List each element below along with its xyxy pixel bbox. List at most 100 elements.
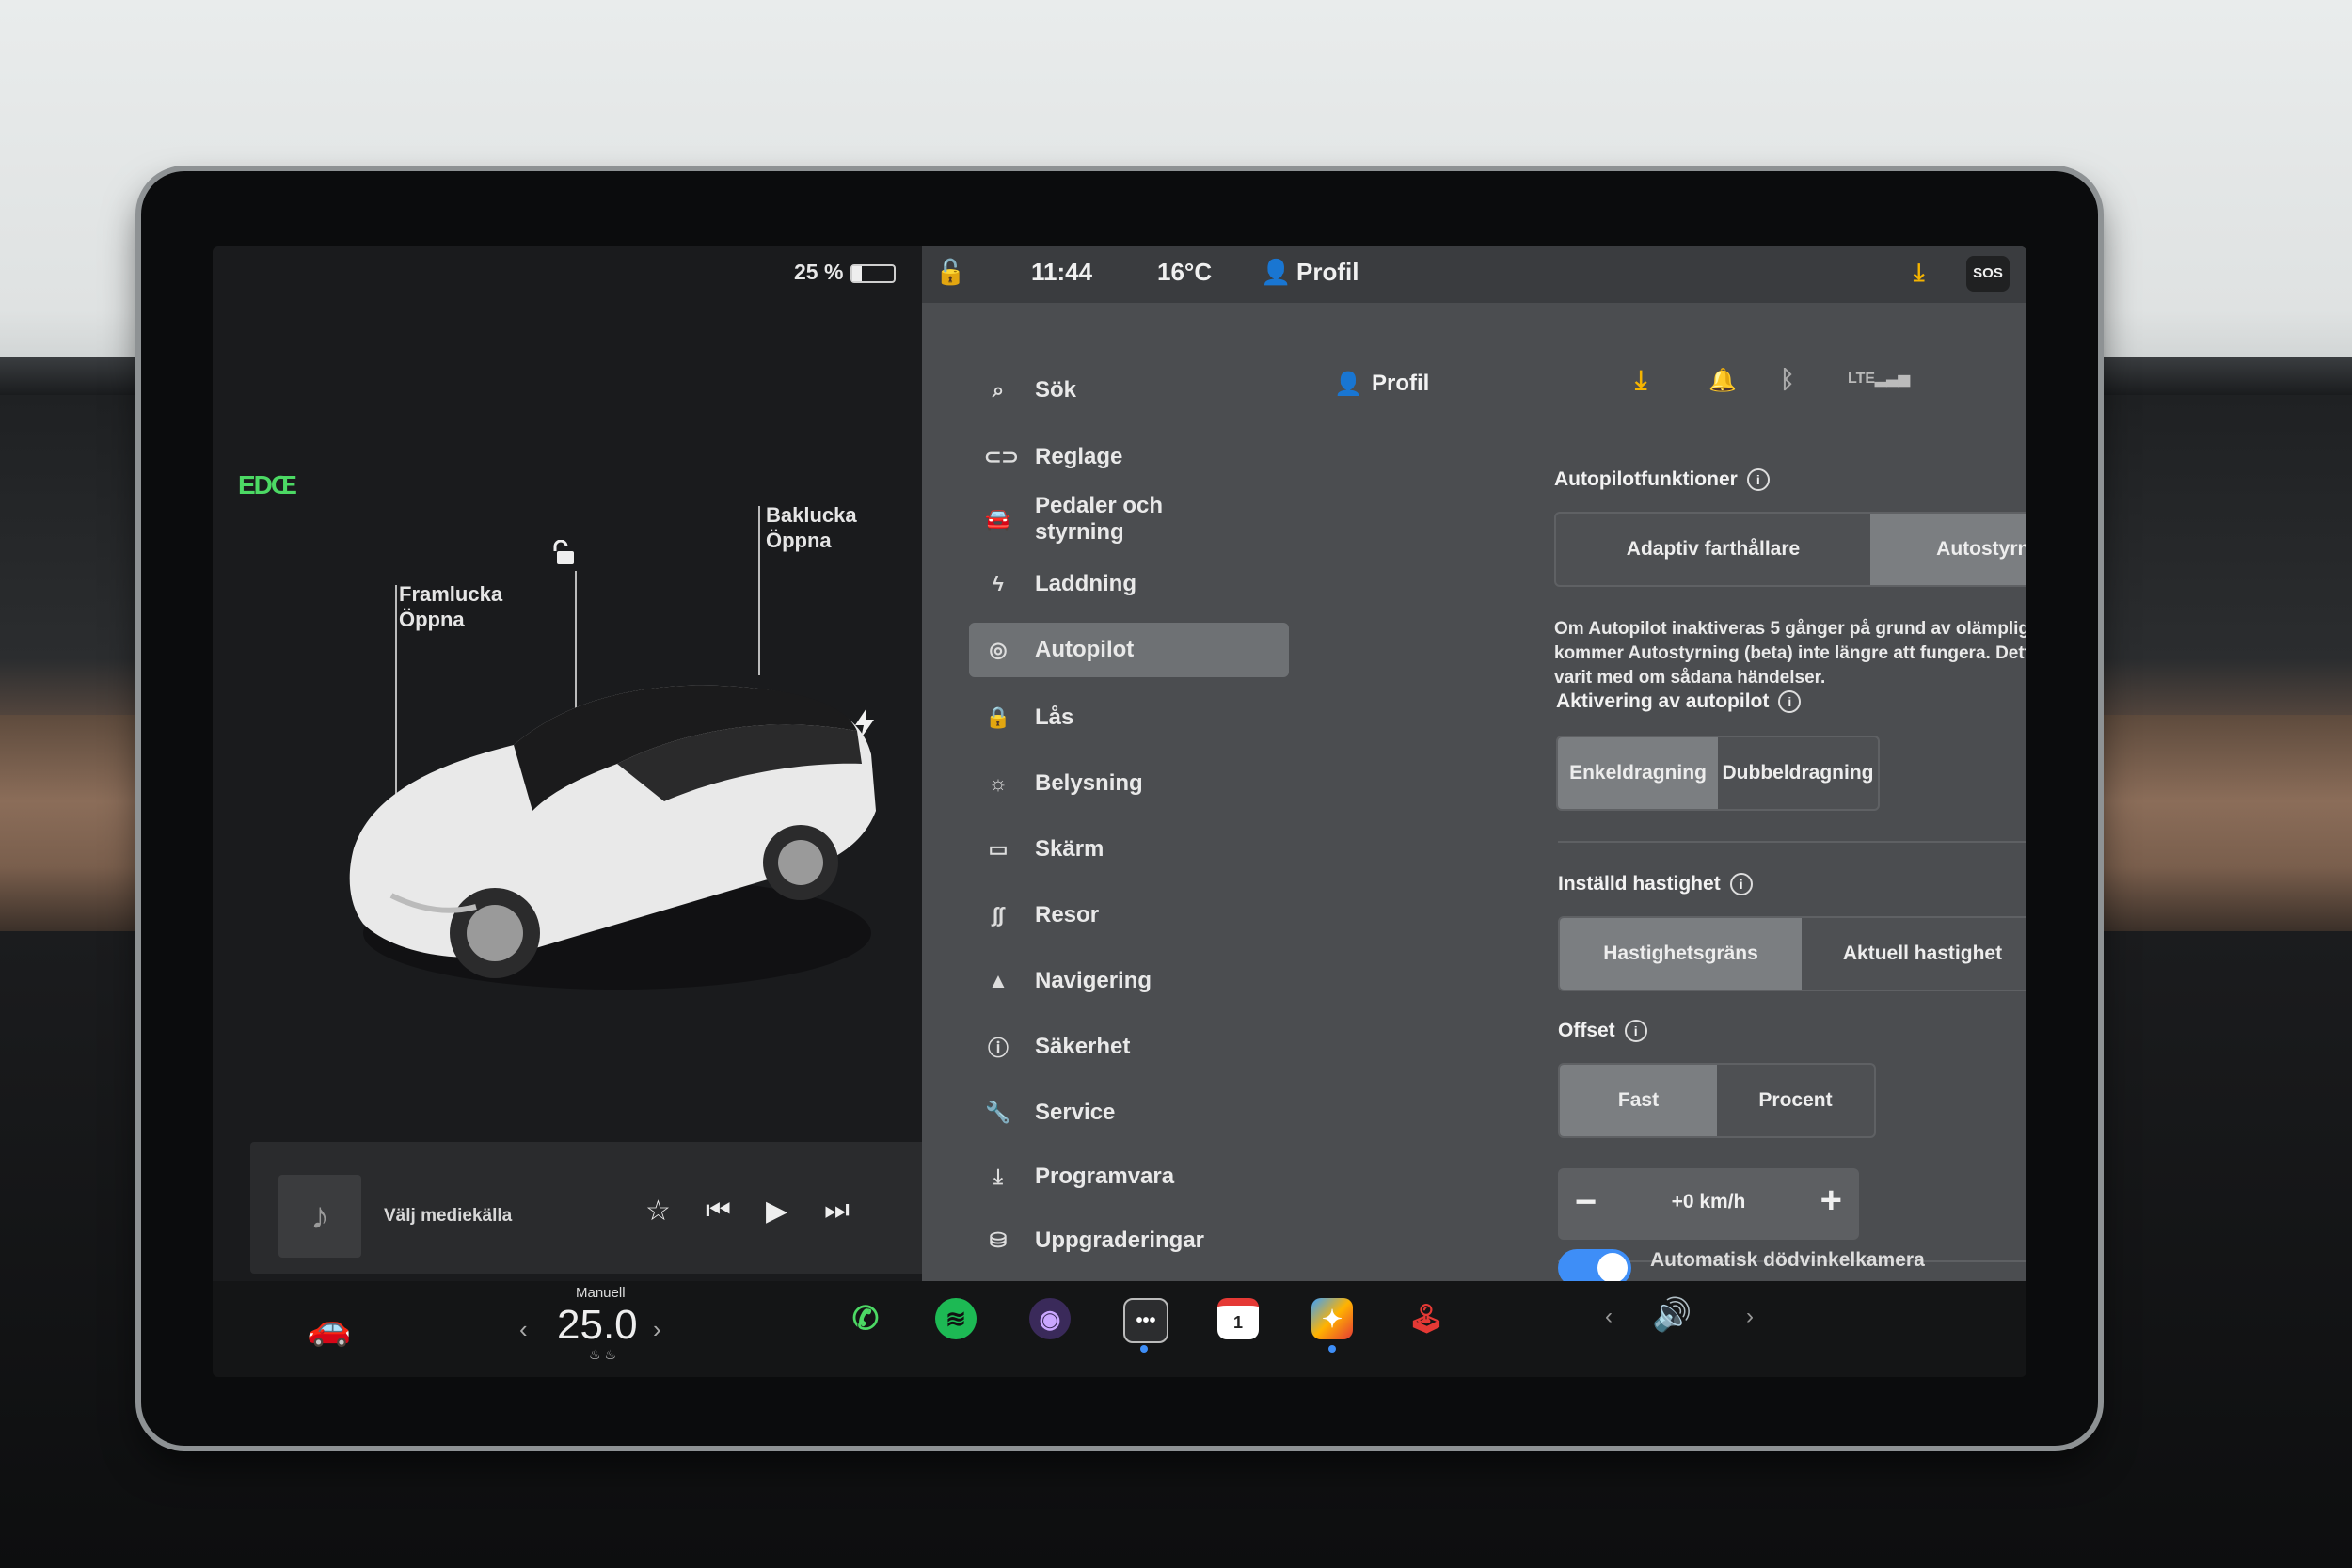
- info-icon[interactable]: i: [1746, 468, 1770, 492]
- features-selector: Adaptiv farthållare Autostyrning (beta): [1554, 512, 2026, 587]
- joystick-icon[interactable]: 🕹: [1406, 1298, 1447, 1339]
- offset-value: +0 km/h: [1671, 1191, 1746, 1212]
- temp-down-chevron-icon[interactable]: ‹: [519, 1315, 528, 1344]
- menu-item-pedaler[interactable]: 🚘 Pedaler och styrning: [969, 486, 1289, 552]
- menu-item-laddning[interactable]: ϟ Laddning: [969, 557, 1289, 611]
- menu-item-skarm[interactable]: ▭ Skärm: [969, 822, 1289, 877]
- option-speed-limit[interactable]: Hastighetsgräns: [1560, 918, 1802, 990]
- volume-icon[interactable]: 🔊: [1652, 1296, 1692, 1334]
- taskbar: [213, 1281, 2026, 1377]
- profile-icon[interactable]: 👤: [1334, 371, 1362, 398]
- unlocked-status-icon[interactable]: 🔓: [935, 258, 965, 287]
- headlight-icon[interactable]: EDŒ: [238, 470, 297, 500]
- previous-track-icon[interactable]: ⏮: [706, 1195, 731, 1227]
- speed-selector: Hastighetsgräns Aktuell hastighet: [1558, 916, 2026, 991]
- menu-item-navigering[interactable]: ▲ Navigering: [969, 954, 1289, 1008]
- option-adaptive-cruise[interactable]: Adaptiv farthållare: [1556, 514, 1870, 585]
- offset-selector: Fast Procent: [1558, 1063, 1876, 1138]
- menu-item-belysning[interactable]: ☼ Belysning: [969, 756, 1289, 811]
- safety-icon: ⓘ: [987, 1037, 1009, 1060]
- settings-content: ⌕ Sök ⊂⊃ Reglage 🚘 Pedaler och styrning …: [922, 303, 2026, 1281]
- option-current-speed[interactable]: Aktuell hastighet: [1802, 918, 2026, 990]
- lte-signal-icon: LTE▂▃▅: [1848, 371, 1910, 387]
- notification-bell-icon[interactable]: 🔔: [1708, 367, 1737, 394]
- toggle-icon: ⊂⊃: [984, 445, 1019, 468]
- next-track-icon[interactable]: ⏭: [824, 1195, 850, 1227]
- navigation-icon: ▲: [988, 969, 1009, 992]
- cabin-temperature[interactable]: 25.0: [557, 1302, 638, 1349]
- sos-button[interactable]: SOS: [1966, 256, 2010, 292]
- wrench-icon: 🔧: [985, 1101, 1011, 1124]
- favorite-star-icon[interactable]: ☆: [645, 1195, 671, 1227]
- temp-up-chevron-icon[interactable]: ›: [653, 1315, 661, 1344]
- features-title: Autopilotfunktioner i: [1554, 468, 1770, 492]
- menu-item-sakerhet[interactable]: ⓘ Säkerhet: [969, 1020, 1289, 1074]
- download-icon: ⤓: [993, 1164, 1003, 1188]
- update-download-icon[interactable]: ⤓: [1635, 365, 1646, 396]
- battery-percent: 25 %: [794, 260, 844, 284]
- more-apps-icon[interactable]: •••: [1123, 1298, 1168, 1343]
- menu-item-resor[interactable]: ∫∫ Resor: [969, 888, 1289, 942]
- download-icon[interactable]: ⤓: [1914, 258, 1925, 288]
- media-player: ♪ Välj mediekälla ☆ ⏮ ▶ ⏭: [250, 1142, 928, 1274]
- option-single-pull[interactable]: Enkeldragning: [1558, 737, 1718, 809]
- speed-title: Inställd hastighet i: [1558, 873, 1753, 896]
- menu-item-autopilot[interactable]: ◎ Autopilot: [969, 623, 1289, 677]
- option-double-pull[interactable]: Dubbeldragning: [1718, 737, 1878, 809]
- menu-item-label: Skärm: [1035, 836, 1104, 862]
- menu-item-label: Belysning: [1035, 770, 1143, 796]
- menu-search[interactable]: ⌕ Sök: [969, 363, 1289, 418]
- media-source-label[interactable]: Välj mediekälla: [384, 1206, 512, 1227]
- menu-item-programvara[interactable]: ⤓ Programvara: [969, 1149, 1289, 1204]
- camera-icon[interactable]: ◉: [1029, 1298, 1071, 1339]
- profile-header[interactable]: Profil: [1372, 371, 1429, 397]
- profile-status-icon[interactable]: 👤: [1261, 258, 1291, 287]
- menu-item-reglage[interactable]: ⊂⊃ Reglage: [969, 430, 1289, 484]
- info-icon[interactable]: i: [1778, 690, 1802, 714]
- volume-up-chevron-icon[interactable]: ›: [1746, 1304, 1754, 1330]
- outside-temperature: 16°C: [1157, 258, 1213, 286]
- menu-item-label: Lås: [1035, 705, 1074, 730]
- calendar-icon[interactable]: 1: [1217, 1298, 1259, 1339]
- option-percent[interactable]: Procent: [1717, 1065, 1874, 1136]
- unlock-icon[interactable]: [553, 540, 580, 566]
- trunk-button[interactable]: Baklucka Öppna: [766, 502, 857, 553]
- frunk-button[interactable]: Framlucka Öppna: [399, 581, 502, 632]
- search-icon: ⌕: [992, 378, 1005, 402]
- light-icon: ☼: [988, 771, 1009, 795]
- menu-item-label: Säkerhet: [1035, 1034, 1131, 1059]
- menu-item-label: Uppgraderingar: [1035, 1227, 1205, 1253]
- menu-item-uppgraderingar[interactable]: ⛁ Uppgraderingar: [969, 1213, 1289, 1268]
- car-icon[interactable]: 🚗: [307, 1307, 351, 1349]
- profile-status-label[interactable]: Profil: [1296, 258, 1359, 287]
- car-icon: 🚘: [985, 507, 1011, 531]
- option-fixed[interactable]: Fast: [1560, 1065, 1717, 1136]
- option-autosteer[interactable]: Autostyrning (beta): [1870, 514, 2026, 585]
- spotify-icon[interactable]: ≋: [935, 1298, 977, 1339]
- phone-icon[interactable]: ✆: [845, 1298, 886, 1339]
- app-active-dot: [1140, 1345, 1148, 1353]
- autopilot-description: Om Autopilot inaktiveras 5 gånger på gru…: [1554, 619, 2026, 688]
- info-icon[interactable]: i: [1729, 873, 1753, 896]
- seat-heater-icon[interactable]: ♨ ♨: [589, 1347, 616, 1363]
- music-note-icon[interactable]: ♪: [278, 1175, 361, 1258]
- info-icon[interactable]: i: [1624, 1020, 1647, 1043]
- touchscreen: 25 % EDŒ Framlucka Öppna Baklucka Öppna: [213, 246, 2026, 1377]
- bluetooth-icon[interactable]: ᛒ: [1780, 365, 1795, 394]
- toybox-icon[interactable]: ✦: [1311, 1298, 1353, 1339]
- menu-item-service[interactable]: 🔧 Service: [969, 1085, 1289, 1140]
- display-icon: ▭: [988, 837, 1009, 861]
- activation-title: Aktivering av autopilot i: [1556, 690, 1802, 714]
- climate-mode-label: Manuell: [576, 1285, 626, 1301]
- steering-wheel-icon: ◎: [989, 638, 1008, 661]
- blindspot-camera-label: Automatisk dödvinkelkamera: [1650, 1249, 1925, 1271]
- menu-item-label: Service: [1035, 1100, 1116, 1125]
- menu-item-label: Reglage: [1035, 444, 1123, 469]
- menu-item-las[interactable]: 🔒 Lås: [969, 690, 1289, 745]
- bolt-icon: ϟ: [993, 572, 1004, 595]
- vehicle-panel: 25 % EDŒ Framlucka Öppna Baklucka Öppna: [213, 246, 928, 1281]
- play-icon[interactable]: ▶: [766, 1195, 787, 1227]
- lock-icon: 🔒: [985, 705, 1011, 729]
- volume-down-chevron-icon[interactable]: ‹: [1605, 1304, 1613, 1330]
- offset-increase-button[interactable]: +: [1820, 1180, 1842, 1222]
